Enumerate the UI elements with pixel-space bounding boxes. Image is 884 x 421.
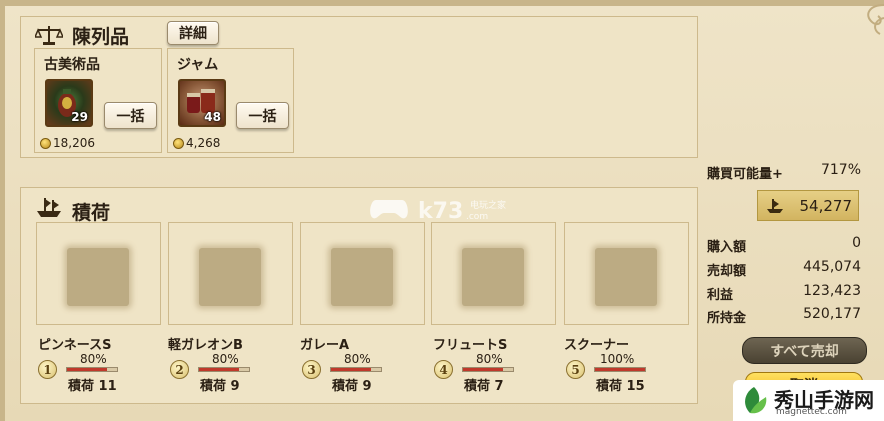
ship-name: フリュートS — [433, 338, 508, 353]
ship-slot-4[interactable] — [431, 222, 556, 325]
ship-percent: 100% — [600, 352, 635, 366]
summary-label-purchase: 購入額 — [707, 240, 747, 255]
ship-cargo: 積荷 11 — [68, 379, 117, 394]
empty-slot — [595, 248, 657, 306]
coin-icon — [173, 138, 184, 149]
money-box: 54,277 — [757, 190, 859, 221]
ship-number-badge: 4 — [434, 360, 453, 379]
summary-label-profit: 利益 — [707, 288, 734, 303]
ship-slot-3[interactable] — [300, 222, 425, 325]
frame-top — [0, 0, 884, 6]
ship-cargo: 積荷 7 — [464, 379, 504, 394]
bar-fill — [463, 368, 503, 371]
scale-icon — [35, 26, 63, 45]
item-name: 古美術品 — [44, 57, 100, 73]
ship-percent: 80% — [344, 352, 371, 366]
summary-label-sales: 売却額 — [707, 264, 747, 279]
watermark-k73-sub: 电玩之家 — [470, 201, 507, 211]
ship-capacity-bar — [594, 367, 646, 372]
ship-icon — [37, 198, 61, 217]
bar-fill — [199, 368, 239, 371]
detail-button[interactable]: 詳細 — [167, 21, 219, 45]
trade-screen: 陳列品 詳細 古美術品 29 一括 18,206 ジャム 48 一括 4,268 — [0, 0, 884, 421]
ship-slot-5[interactable] — [564, 222, 689, 325]
ship-cargo-icon — [767, 199, 783, 213]
capacity-value: 717% — [820, 162, 861, 178]
ship-cargo: 積荷 15 — [596, 379, 645, 394]
summary-value-funds: 520,177 — [803, 306, 861, 322]
antiques-thumbnail[interactable]: 29 — [45, 79, 93, 127]
bulk-button-jam[interactable]: 一括 — [236, 102, 289, 129]
ship-number-badge: 2 — [170, 360, 189, 379]
item-count: 48 — [204, 110, 221, 124]
jam-thumbnail[interactable]: 48 — [178, 79, 226, 127]
item-price: 4,268 — [173, 136, 220, 150]
ship-percent: 80% — [80, 352, 107, 366]
leaf-logo-icon — [745, 387, 767, 414]
watermark-k73: k73 — [418, 199, 464, 224]
summary-value-profit: 123,423 — [803, 283, 861, 299]
capacity-label: 購買可能量+ — [707, 167, 783, 182]
ship-number-badge: 3 — [302, 360, 321, 379]
empty-slot — [331, 248, 393, 306]
watermark-logo: 秀山手游网 magnettec.com — [733, 380, 884, 421]
ship-capacity-bar — [462, 367, 514, 372]
ship-number-badge: 1 — [38, 360, 57, 379]
bar-fill — [331, 368, 371, 371]
ship-name: スクーナー — [564, 338, 630, 353]
ship-number-badge: 5 — [566, 360, 585, 379]
watermark-k73-url: .com — [466, 212, 489, 222]
coin-icon — [40, 138, 51, 149]
ship-capacity-bar — [66, 367, 118, 372]
summary-value-purchase: 0 — [852, 235, 861, 251]
item-count: 29 — [71, 110, 88, 124]
summary-value-sales: 445,074 — [803, 259, 861, 275]
money-value: 54,277 — [799, 197, 853, 215]
ship-percent: 80% — [212, 352, 239, 366]
gamepad-icon — [370, 200, 408, 219]
ship-capacity-bar — [198, 367, 250, 372]
empty-slot — [199, 248, 261, 306]
ship-cargo: 積荷 9 — [200, 379, 240, 394]
ship-name: ガレーA — [300, 338, 350, 353]
corner-ornament-icon — [867, 4, 884, 35]
display-title: 陳列品 — [72, 26, 130, 48]
frame-left — [0, 0, 5, 421]
sell-all-button[interactable]: すべて売却 — [742, 337, 867, 364]
ship-slot-1[interactable] — [36, 222, 161, 325]
ship-name: 軽ガレオンB — [168, 338, 243, 353]
ship-cargo: 積荷 9 — [332, 379, 372, 394]
empty-slot — [462, 248, 524, 306]
item-price: 18,206 — [40, 136, 95, 150]
ship-name: ピンネースS — [38, 338, 112, 353]
bar-fill — [595, 368, 645, 371]
bar-fill — [67, 368, 107, 371]
ship-percent: 80% — [476, 352, 503, 366]
summary-label-funds: 所持金 — [707, 311, 747, 326]
ship-capacity-bar — [330, 367, 382, 372]
bulk-button-antiques[interactable]: 一括 — [104, 102, 157, 129]
item-name: ジャム — [177, 57, 219, 73]
watermark-logo-sub: magnettec.com — [776, 407, 847, 417]
ship-slot-2[interactable] — [168, 222, 293, 325]
cargo-title: 積荷 — [72, 202, 111, 224]
empty-slot — [67, 248, 129, 306]
